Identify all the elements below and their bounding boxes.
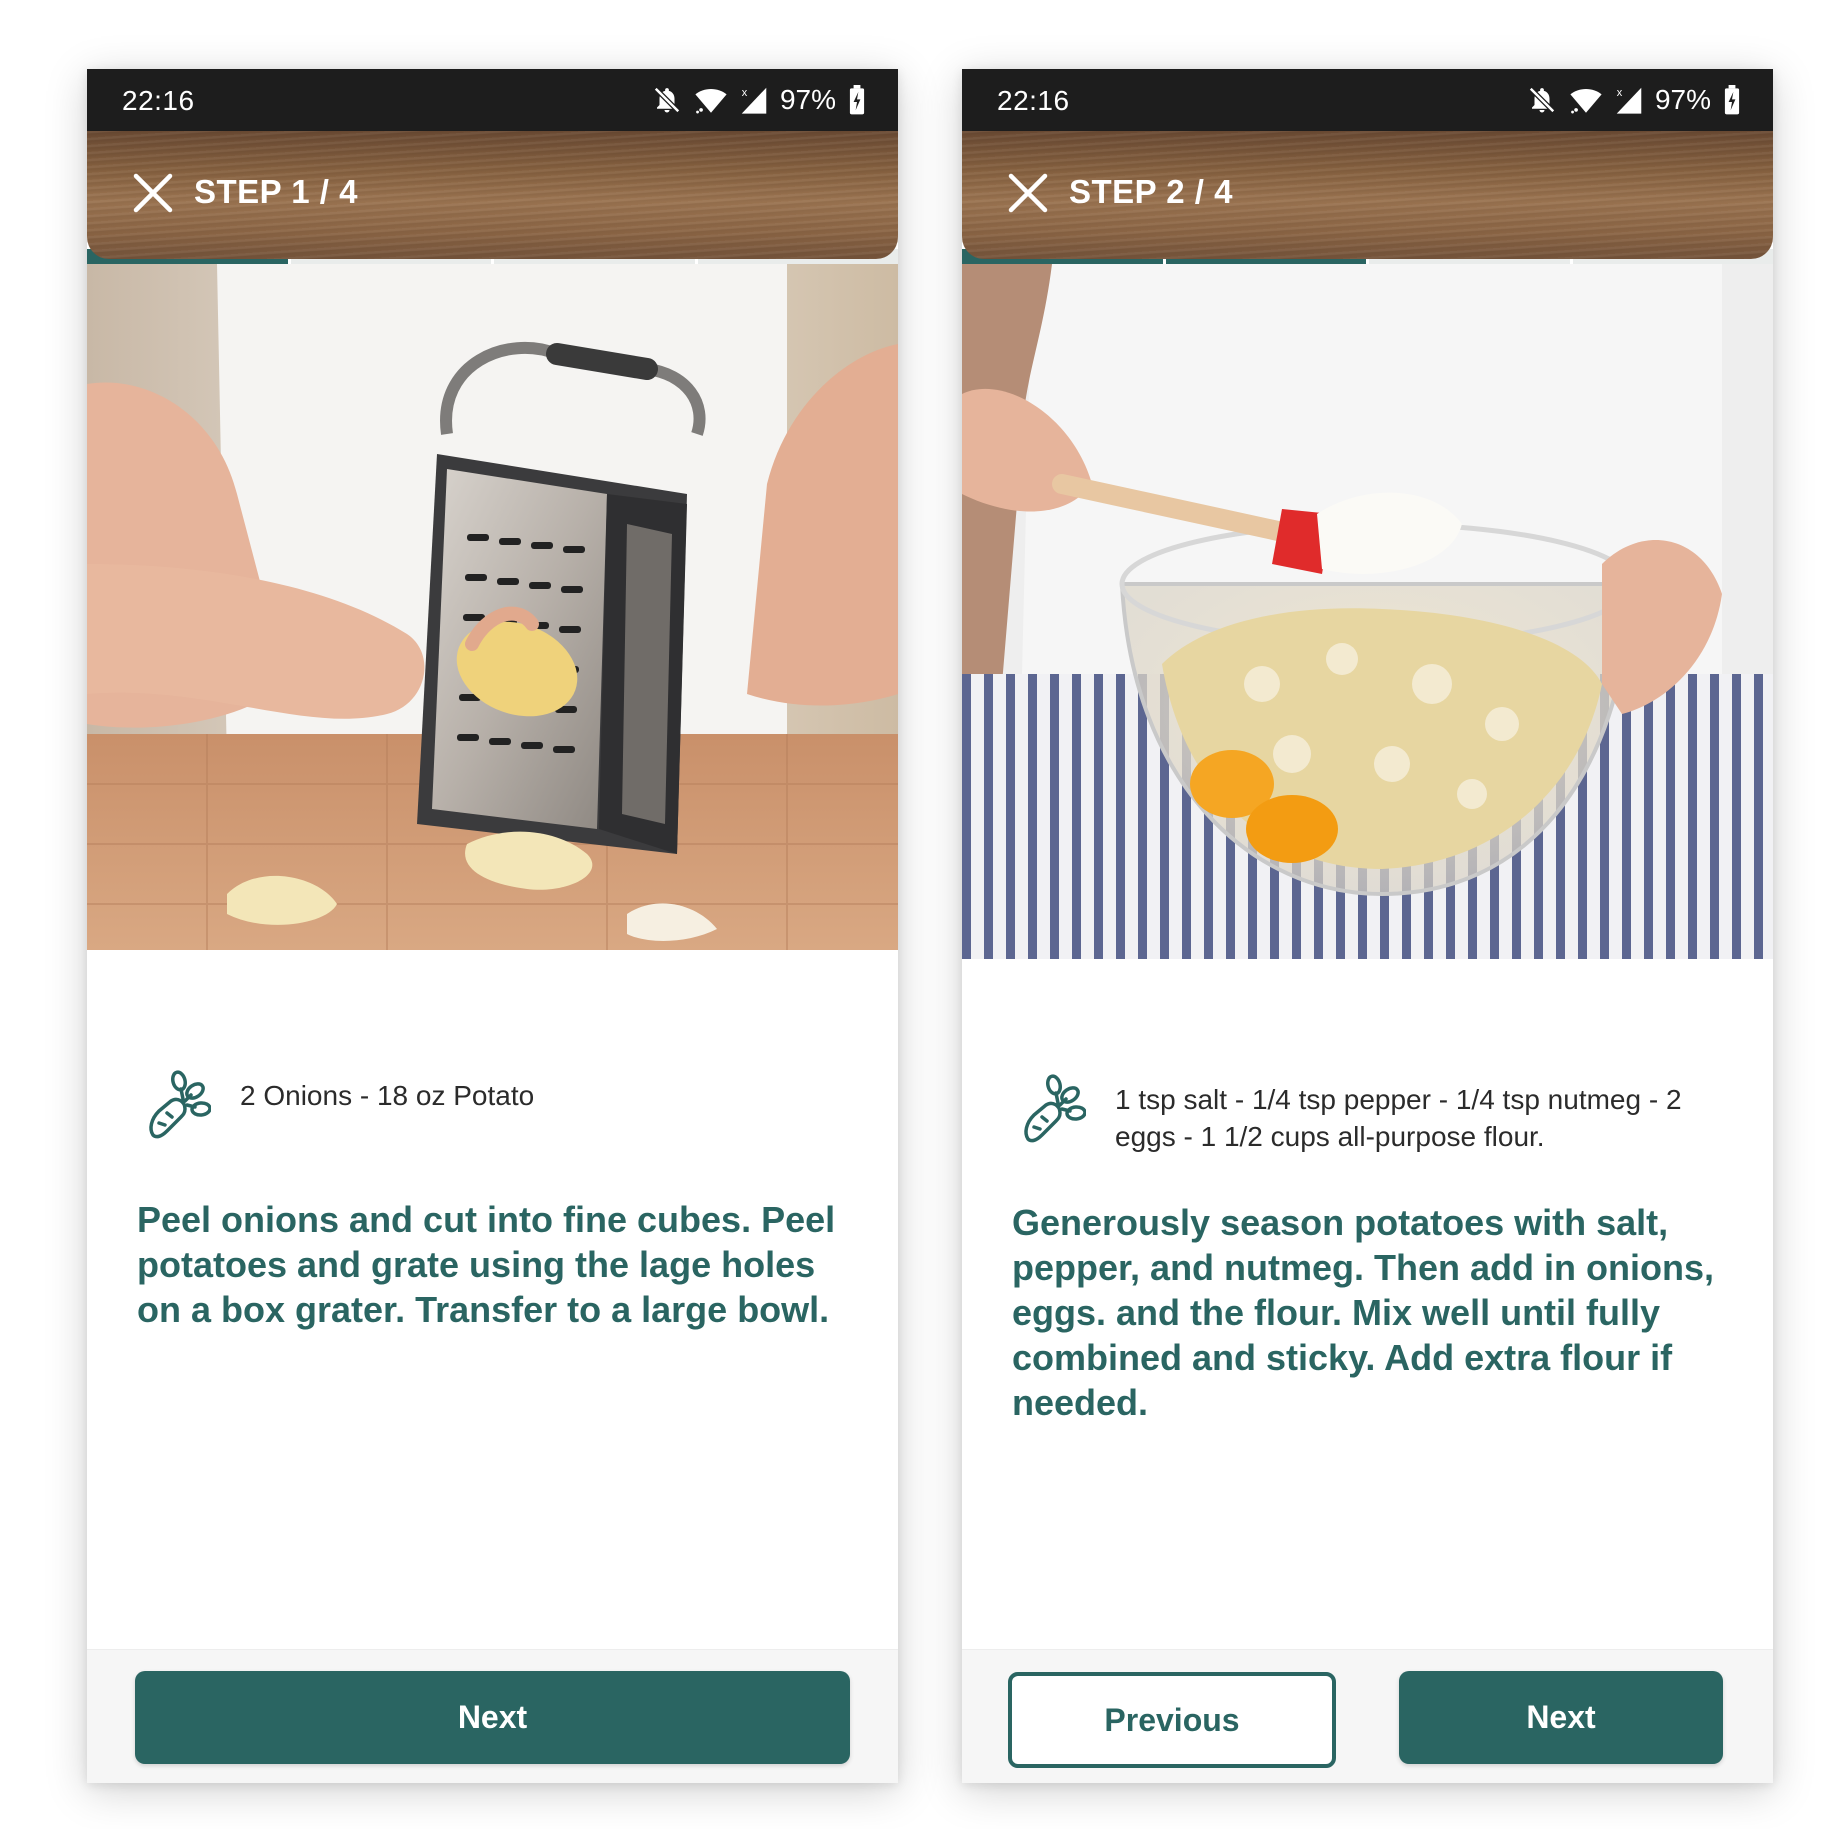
next-button[interactable]: Next [1399,1671,1723,1764]
ingredient-list: 1 tsp salt - 1/4 tsp pepper - 1/4 tsp nu… [1115,1084,1682,1152]
phone-screen-step-2: 22:16 x 97% STEP 2 / 4 1 tsp salt - 1/4 … [962,69,1773,1783]
status-icons: x 97% [1527,83,1741,117]
step-instruction: Peel onions and cut into fine cubes. Pee… [137,1199,836,1330]
step-label: STEP 2 / 4 [1069,173,1233,210]
cell-signal-icon: x [740,85,768,115]
step-instruction: Generously season potatoes with salt, pe… [1012,1202,1715,1423]
step-header: STEP 2 / 4 [962,131,1773,259]
battery-charging-icon [1723,85,1741,115]
carrot-icon [145,1069,212,1141]
battery-percent: 97% [779,84,836,115]
cell-signal-icon: x [1615,85,1643,115]
close-icon[interactable] [131,171,175,215]
battery-charging-icon [848,85,866,115]
battery-percent: 97% [1654,84,1711,115]
step-header: STEP 1 / 4 [87,131,898,259]
wifi-icon [694,85,728,115]
status-time: 22:16 [997,85,1070,116]
svg-text:x: x [1617,87,1623,99]
status-bar: 22:16 x 97% [962,69,1773,131]
close-icon[interactable] [1006,171,1050,215]
step-label: STEP 1 / 4 [194,173,358,210]
footer-navigation: Previous Next [962,1649,1773,1783]
status-time: 22:16 [122,85,195,116]
next-button[interactable]: Next [135,1671,850,1764]
ingredients-row: 2 Onions - 18 oz Potato [87,1069,898,1169]
bell-off-icon [652,85,682,115]
previous-button[interactable]: Previous [1008,1672,1336,1768]
step-photo-grating-potato [87,264,898,950]
wifi-icon [1569,85,1603,115]
ingredient-list: 2 Onions - 18 oz Potato [240,1080,535,1111]
carrot-icon [1020,1073,1087,1145]
svg-text:x: x [742,87,748,99]
bell-off-icon [1527,85,1557,115]
phone-screen-step-1: 22:16 x 97% STEP 1 / 4 2 Onions - 18 oz … [87,69,898,1783]
footer-navigation: Next [87,1649,898,1783]
status-bar: 22:16 x 97% [87,69,898,131]
step-photo-mixing-bowl [962,264,1773,959]
status-icons: x 97% [652,83,866,117]
ingredients-row: 1 tsp salt - 1/4 tsp pepper - 1/4 tsp nu… [962,1073,1773,1173]
